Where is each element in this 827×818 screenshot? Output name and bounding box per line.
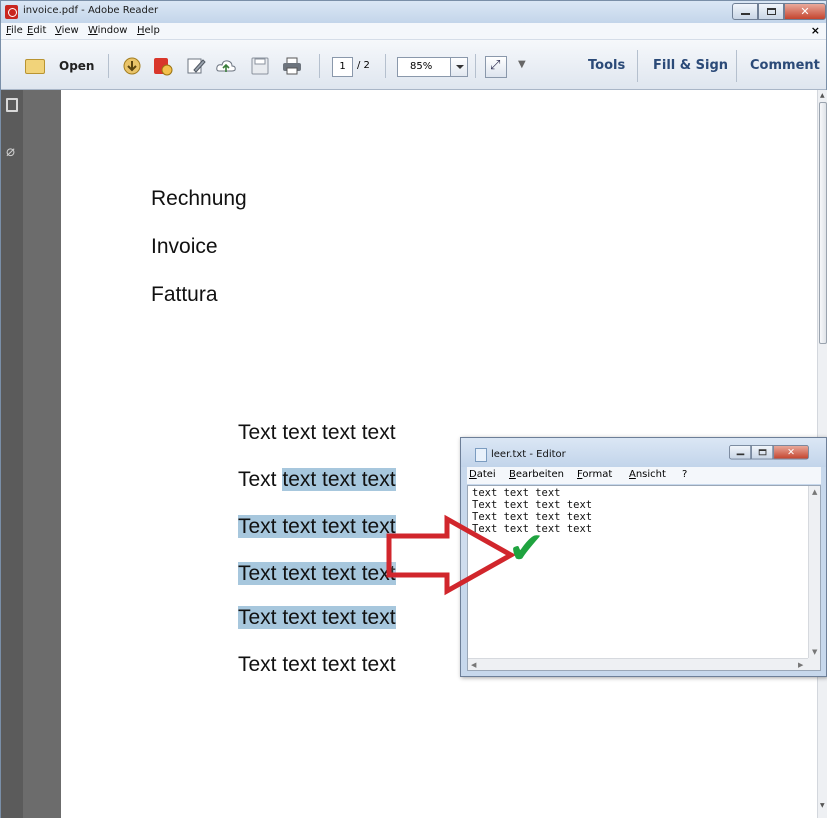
minimize-icon <box>736 453 745 456</box>
window-title: invoice.pdf - Adobe Reader <box>23 5 159 16</box>
notepad-horizontal-scrollbar[interactable]: ◀ ▶ <box>468 658 809 670</box>
heading-invoice: Invoice <box>151 235 218 258</box>
notepad-close-button[interactable]: ✕ <box>773 445 809 460</box>
menu-window[interactable]: Window <box>88 25 127 36</box>
close-icon: ✕ <box>787 446 795 458</box>
minimize-icon <box>741 13 750 15</box>
toolbar-divider <box>385 54 386 78</box>
page-number-input[interactable]: 1 <box>332 57 353 77</box>
notepad-vertical-scrollbar[interactable]: ▲ ▼ <box>808 486 820 660</box>
menu-view[interactable]: View <box>55 25 79 36</box>
window-controls: ✕ <box>732 3 826 20</box>
open-button[interactable]: Open <box>59 59 94 73</box>
notepad-menu-bearbeiten[interactable]: Bearbeiten <box>509 469 564 480</box>
notepad-menu-datei[interactable]: Datei <box>469 469 496 480</box>
toolbar-divider <box>736 50 737 82</box>
chevron-down-icon[interactable] <box>450 58 467 76</box>
navigation-pane: ⌀ <box>1 90 23 818</box>
scroll-up-icon[interactable]: ▲ <box>820 92 825 99</box>
maximize-icon <box>767 8 776 15</box>
comment-pane-button[interactable]: Comment <box>750 58 820 73</box>
pdf-convert-icon[interactable] <box>151 56 173 76</box>
heading-rechnung: Rechnung <box>151 187 247 210</box>
toolbar-divider <box>475 54 476 78</box>
unselected-text: Text text text text <box>238 653 396 676</box>
notepad-maximize-button[interactable] <box>751 445 774 460</box>
scroll-left-icon[interactable]: ◀ <box>471 661 476 669</box>
selected-text: Text text text text <box>238 606 396 629</box>
maximize-icon <box>758 449 767 456</box>
menu-help[interactable]: Help <box>137 25 160 36</box>
text-line-4[interactable]: Text text text text <box>238 562 396 586</box>
resize-grip[interactable] <box>808 658 820 670</box>
notepad-line-4: Text text text text <box>472 523 593 535</box>
text-line-2[interactable]: Text text text text <box>238 468 396 492</box>
save-icon[interactable] <box>249 56 271 76</box>
scroll-up-icon[interactable]: ▲ <box>812 488 817 496</box>
selected-text: Text text text text <box>238 515 396 538</box>
page-total: / 2 <box>357 60 370 71</box>
print-icon[interactable] <box>281 56 303 76</box>
fill-sign-pane-button[interactable]: Fill & Sign <box>653 58 728 73</box>
zoom-value: 85% <box>410 61 433 72</box>
maximize-button[interactable] <box>758 3 784 20</box>
customize-toolbar-icon[interactable]: ▼ <box>518 59 526 70</box>
scroll-right-icon[interactable]: ▶ <box>798 661 803 669</box>
adobe-reader-icon <box>5 5 18 19</box>
notepad-menu-format[interactable]: Format <box>577 469 612 480</box>
text-line-3[interactable]: Text text text text <box>238 515 396 539</box>
notepad-text-area[interactable]: text text text Text text text text Text … <box>467 485 821 671</box>
notepad-menu-help[interactable]: ? <box>682 469 687 480</box>
unselected-text: Text <box>238 468 283 491</box>
create-pdf-icon[interactable] <box>121 56 143 76</box>
scroll-down-icon[interactable]: ▼ <box>812 648 817 656</box>
toolbar-divider <box>637 50 638 82</box>
document-background <box>23 90 61 818</box>
minimize-button[interactable] <box>732 3 758 20</box>
page-thumbnails-icon[interactable] <box>6 98 18 112</box>
heading-fattura: Fattura <box>151 283 218 306</box>
menu-edit[interactable]: Edit <box>27 25 46 36</box>
selected-text: text text text <box>282 468 396 491</box>
notepad-icon <box>475 448 487 462</box>
zoom-select[interactable]: 85% <box>397 57 468 77</box>
scrollbar-thumb[interactable] <box>819 102 827 344</box>
notepad-window: leer.txt - Editor ✕ Datei Bearbeiten For… <box>460 437 827 677</box>
tools-pane-button[interactable]: Tools <box>588 58 625 73</box>
text-line-1[interactable]: Text text text text <box>238 421 396 445</box>
close-document-button[interactable]: × <box>811 24 820 37</box>
adobe-reader-window: invoice.pdf - Adobe Reader ✕ File Edit V… <box>0 0 827 818</box>
notepad-title-bar: leer.txt - Editor ✕ <box>461 438 826 467</box>
notepad-window-controls: ✕ <box>729 445 809 460</box>
notepad-title: leer.txt - Editor <box>491 449 566 460</box>
folder-icon[interactable] <box>25 59 45 74</box>
toolbar: Open 1 / 2 85% ▼ Tools <box>1 40 826 90</box>
toolbar-divider <box>108 54 109 78</box>
menu-file[interactable]: File <box>6 25 23 36</box>
scroll-down-icon[interactable]: ▼ <box>820 802 825 809</box>
close-icon: ✕ <box>800 5 810 18</box>
close-button[interactable]: ✕ <box>784 3 826 20</box>
notepad-menu-ansicht[interactable]: Ansicht <box>629 469 666 480</box>
text-line-5[interactable]: Text text text text <box>238 606 396 630</box>
unselected-text: Text text text text <box>238 421 396 444</box>
text-line-6[interactable]: Text text text text <box>238 653 396 677</box>
cloud-upload-icon[interactable] <box>215 56 237 76</box>
fit-page-icon[interactable] <box>485 56 507 78</box>
paperclip-icon[interactable]: ⌀ <box>6 142 15 160</box>
toolbar-divider <box>319 54 320 78</box>
notepad-menu-bar: Datei Bearbeiten Format Ansicht ? <box>467 467 821 484</box>
edit-document-icon[interactable] <box>185 56 207 76</box>
title-bar: invoice.pdf - Adobe Reader ✕ <box>1 1 826 23</box>
menu-bar: File Edit View Window Help × <box>1 23 826 40</box>
notepad-minimize-button[interactable] <box>729 445 752 460</box>
selected-text: Text text text text <box>238 562 396 585</box>
